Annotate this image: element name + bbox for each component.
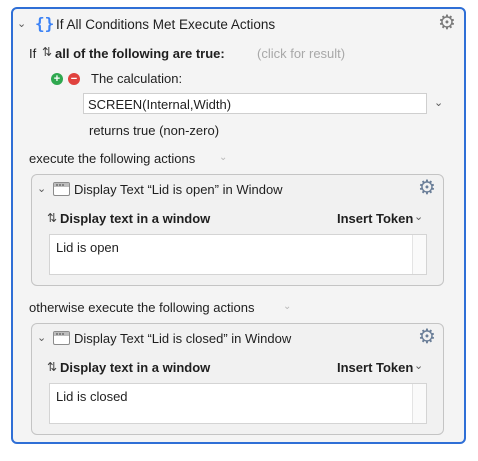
- text-field[interactable]: Lid is closed: [49, 383, 427, 424]
- display-mode-select[interactable]: Display text in a window: [60, 211, 210, 226]
- insert-token-chevron-icon[interactable]: ⌄: [414, 210, 423, 223]
- click-for-result-link[interactable]: (click for result): [257, 46, 345, 61]
- braces-icon: {}: [35, 14, 55, 33]
- collapse-chevron-icon[interactable]: ⌄: [17, 17, 26, 30]
- otherwise-menu-chevron-icon[interactable]: ⌄: [283, 301, 291, 312]
- updown-icon[interactable]: ⇅: [42, 45, 52, 59]
- add-condition-icon[interactable]: +: [51, 73, 63, 85]
- condition-result-label: returns true (non-zero): [89, 123, 220, 138]
- conditions-mode-select[interactable]: all of the following are true:: [55, 46, 225, 61]
- insert-token-menu[interactable]: Insert Token: [337, 211, 413, 226]
- calculation-menu-chevron-icon[interactable]: ⌄: [434, 96, 443, 109]
- display-mode-select[interactable]: Display text in a window: [60, 360, 210, 375]
- collapse-chevron-icon[interactable]: ⌄: [37, 182, 46, 195]
- condition-type-label: The calculation:: [91, 71, 183, 86]
- window-icon: [53, 182, 70, 196]
- otherwise-actions-label: otherwise execute the following actions: [29, 300, 255, 315]
- action-title: Display Text “Lid is open” in Window: [74, 182, 283, 197]
- scrollbar[interactable]: [412, 384, 426, 423]
- remove-condition-icon[interactable]: −: [68, 73, 80, 85]
- action-title: Display Text “Lid is closed” in Window: [74, 331, 292, 346]
- scrollbar[interactable]: [412, 235, 426, 274]
- gear-icon[interactable]: ⚙: [438, 13, 456, 33]
- text-field[interactable]: Lid is open: [49, 234, 427, 275]
- calculation-field[interactable]: SCREEN(Internal,Width): [83, 93, 427, 114]
- gear-icon[interactable]: ⚙: [418, 178, 436, 198]
- execute-actions-label: execute the following actions: [29, 151, 196, 166]
- if-label: If: [29, 46, 37, 61]
- insert-token-menu[interactable]: Insert Token: [337, 360, 413, 375]
- execute-menu-chevron-icon[interactable]: ⌄: [219, 152, 227, 163]
- gear-icon[interactable]: ⚙: [418, 327, 436, 347]
- updown-icon[interactable]: ⇅: [47, 360, 57, 374]
- insert-token-chevron-icon[interactable]: ⌄: [414, 359, 423, 372]
- text-field-value: Lid is closed: [56, 389, 128, 404]
- text-field-value: Lid is open: [56, 240, 119, 255]
- collapse-chevron-icon[interactable]: ⌄: [37, 331, 46, 344]
- action-title: If All Conditions Met Execute Actions: [56, 17, 276, 32]
- updown-icon[interactable]: ⇅: [47, 211, 57, 225]
- window-icon: [53, 331, 70, 345]
- calculation-text: SCREEN(Internal,Width): [88, 97, 232, 112]
